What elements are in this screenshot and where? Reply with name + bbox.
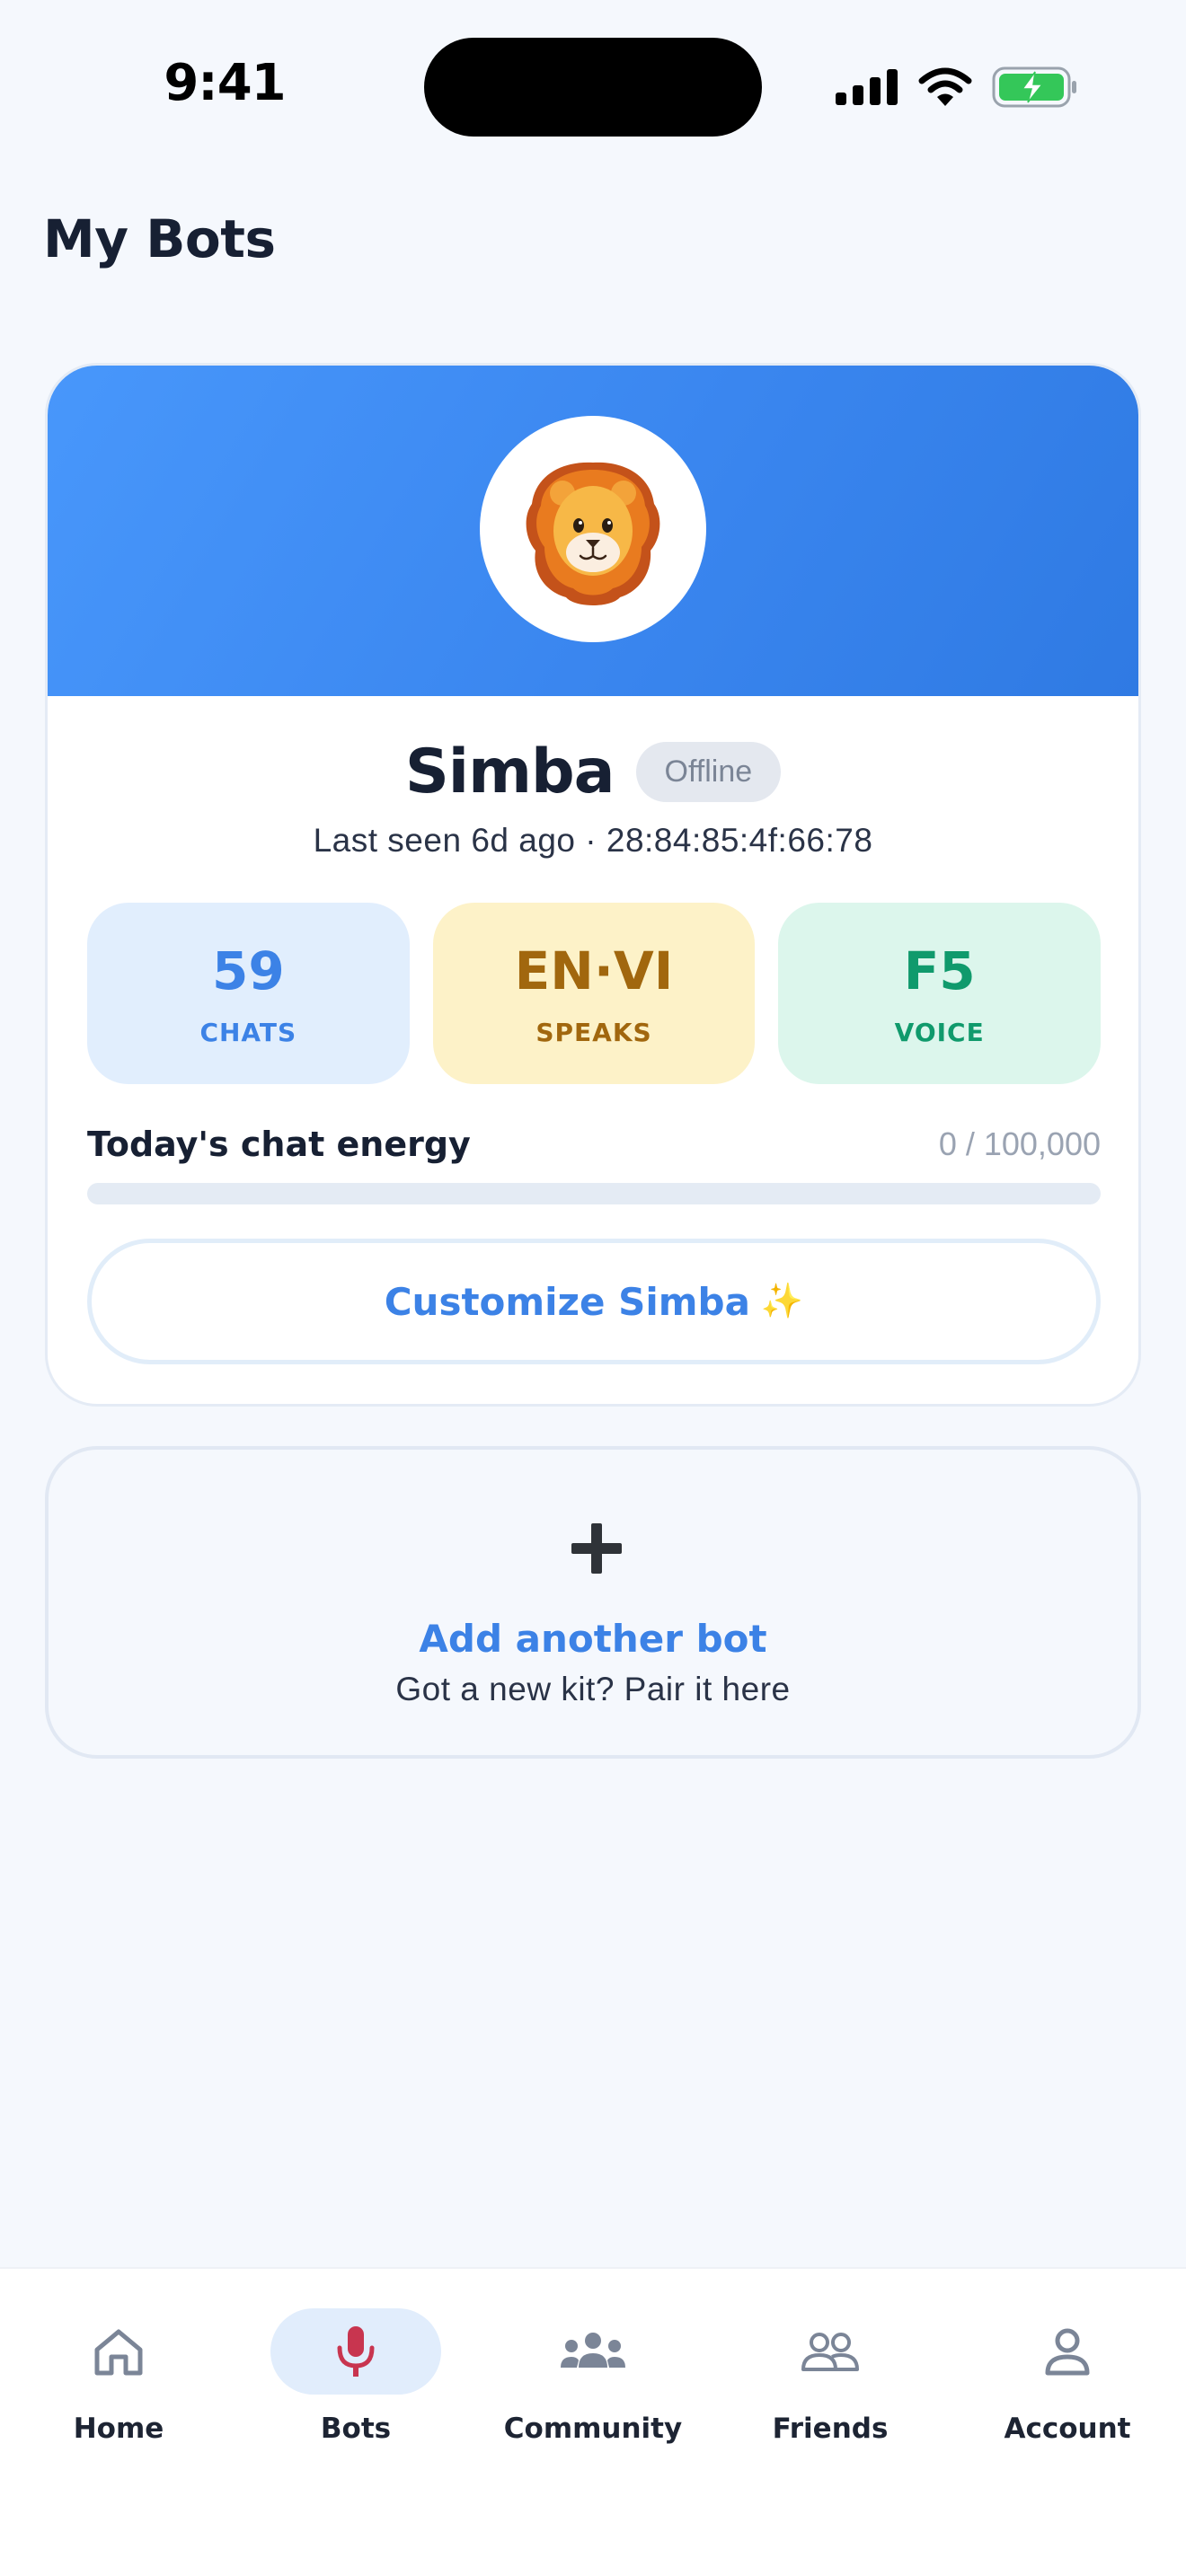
stat-chats: 59 CHATS (87, 903, 410, 1084)
stat-voice: F5 VOICE (778, 903, 1102, 1084)
tab-icon-container (33, 2308, 204, 2395)
page-title: My Bots (43, 208, 276, 269)
stat-value: EN·VI (514, 940, 674, 1001)
home-icon (94, 2329, 143, 2376)
stat-label: SPEAKS (535, 1017, 652, 1047)
tab-icon-container (982, 2308, 1153, 2395)
tab-label: Friends (772, 2413, 889, 2445)
last-seen-text: Last seen 6d ago · 28:84:85:4f:66:78 (313, 822, 873, 859)
lion-face-icon (526, 462, 660, 605)
dynamic-island (424, 38, 762, 137)
status-time: 9:41 (164, 54, 286, 112)
stat-label: VOICE (894, 1017, 985, 1047)
cellular-signal-icon (836, 69, 898, 105)
bot-card[interactable]: Simba Offline Last seen 6d ago · 28:84:8… (45, 363, 1141, 1407)
community-icon (561, 2333, 625, 2368)
tab-icon-container (270, 2308, 441, 2395)
status-bar: 9:41 (0, 0, 1186, 171)
friends-icon (801, 2333, 859, 2371)
add-bot-title: Add another bot (419, 1617, 767, 1661)
tab-account[interactable]: Account (949, 2308, 1186, 2470)
add-bot-card[interactable]: Add another bot Got a new kit? Pair it h… (45, 1446, 1141, 1759)
microphone-icon (337, 2326, 375, 2377)
bot-name: Simba (404, 736, 615, 807)
customize-button[interactable]: Customize Simba ✨ (87, 1239, 1101, 1364)
bot-banner (48, 366, 1138, 696)
bot-name-row: Simba Offline (48, 734, 1138, 809)
tab-friends[interactable]: Friends (712, 2308, 949, 2470)
tab-label: Bots (320, 2413, 392, 2445)
account-icon (1045, 2328, 1090, 2376)
stat-value: F5 (903, 940, 976, 1001)
status-icons (836, 65, 1078, 110)
energy-value: 0 / 100,000 (938, 1125, 1101, 1162)
tab-bots[interactable]: Bots (237, 2308, 474, 2470)
tab-community[interactable]: Community (474, 2308, 712, 2470)
tab-label: Home (73, 2413, 164, 2445)
energy-progress-bar (87, 1183, 1101, 1204)
sparkles-icon: ✨ (760, 1283, 804, 1320)
status-badge: Offline (635, 741, 782, 802)
avatar[interactable] (480, 416, 706, 642)
tab-icon-container (508, 2308, 678, 2395)
tab-label: Account (1004, 2413, 1131, 2445)
wifi-icon (918, 67, 972, 106)
stat-value: 59 (211, 940, 285, 1001)
tab-label: Community (503, 2413, 683, 2445)
customize-button-label: Customize Simba (384, 1279, 750, 1324)
bot-stats: 59 CHATS EN·VI SPEAKS F5 VOICE (87, 903, 1102, 1084)
tab-icon-container (745, 2308, 916, 2395)
stat-speaks: EN·VI SPEAKS (432, 903, 756, 1084)
add-bot-subtitle: Got a new kit? Pair it here (395, 1671, 791, 1707)
plus-icon (571, 1523, 622, 1574)
tab-bar: Home Bots Community Friends Account (0, 2267, 1186, 2576)
battery-charging-icon (992, 66, 1076, 108)
energy-label: Today's chat energy (87, 1125, 471, 1164)
tab-home[interactable]: Home (0, 2308, 237, 2470)
stat-label: CHATS (199, 1017, 297, 1047)
energy-row: Today's chat energy 0 / 100,000 (87, 1122, 1101, 1167)
